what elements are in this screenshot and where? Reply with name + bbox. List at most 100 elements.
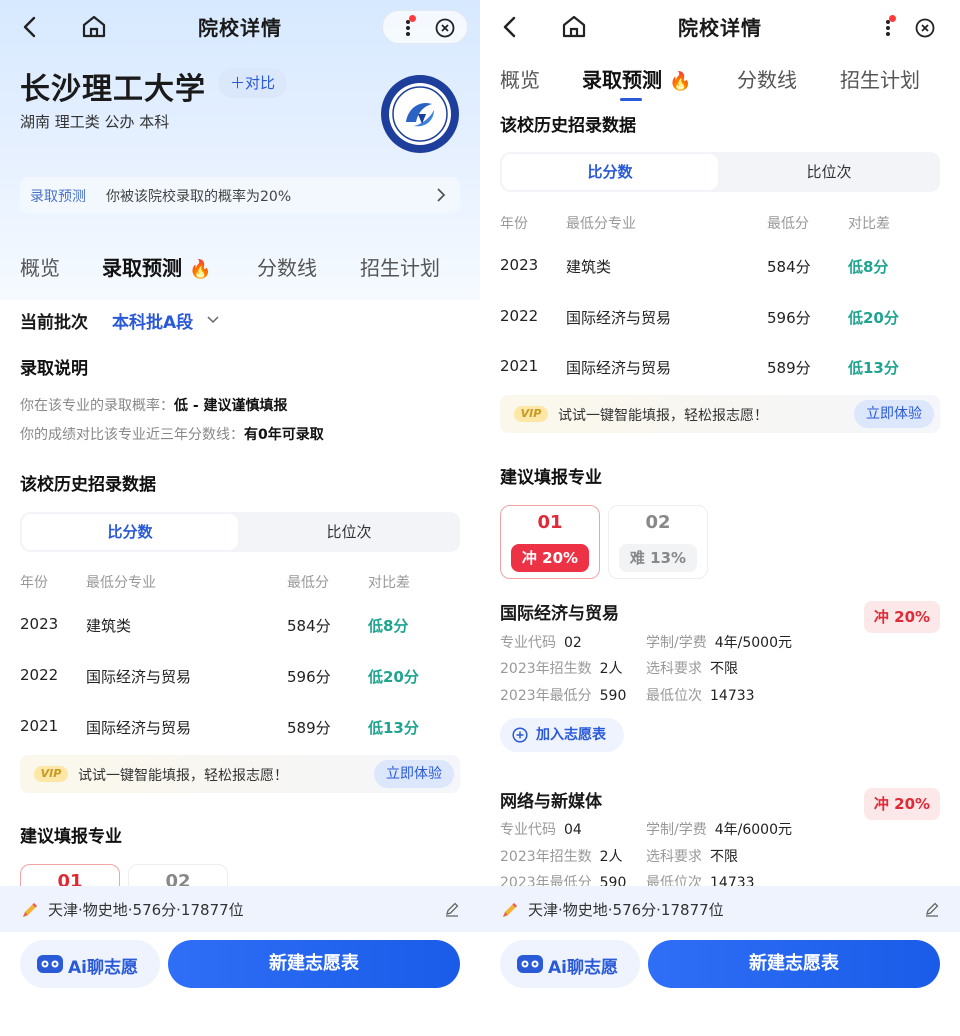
- row-diff: 低8分: [848, 258, 889, 276]
- major-fee-label: 学制/学费: [646, 635, 707, 651]
- ai-chat-label: Ai聊志愿: [68, 958, 138, 978]
- tab-enroll-plan[interactable]: 招生计划: [360, 252, 440, 281]
- row-year: 2022: [20, 666, 59, 684]
- vip-text: 试试一键智能填报，轻松报志愿！: [558, 408, 768, 424]
- major-requirement-value: 不限: [710, 661, 738, 677]
- suggest-card-01[interactable]: 01 冲 20%: [500, 505, 600, 579]
- toggle-rank[interactable]: 比位次: [240, 514, 458, 550]
- notification-dot: [889, 15, 896, 22]
- vip-promo-bar: VIP 试试一键智能填报，轻松报志愿！ 立即体验: [500, 395, 940, 433]
- chevron-down-icon[interactable]: [206, 312, 220, 326]
- major-enroll: 2023年招生数 2人: [500, 846, 623, 866]
- row-diff: 低8分: [368, 617, 409, 635]
- major-min-rank: 最低位次 14733: [646, 685, 755, 705]
- tab-score-line[interactable]: 分数线: [257, 252, 317, 281]
- major-min-value: 590: [599, 688, 627, 704]
- right-screen: 院校详情 概览 录取预测 🔥 分数线 招生计划 该校历史招录数据 比分数 比位次…: [480, 0, 960, 1036]
- batch-select[interactable]: 本科批A段: [112, 308, 193, 333]
- major-requirement: 选科要求 不限: [646, 658, 738, 678]
- header-major: 最低分专业: [86, 575, 156, 591]
- major-fee-label: 学制/学费: [646, 822, 707, 838]
- major-fee: 学制/学费 4年/5000元: [646, 632, 792, 652]
- school-logo: [381, 75, 459, 153]
- major-name: 网络与新媒体: [500, 792, 602, 812]
- mini-program-capsule: [382, 10, 468, 44]
- bottom-action-bar: Ai聊志愿 新建志愿表: [0, 932, 480, 1036]
- close-circle-icon[interactable]: [915, 18, 935, 38]
- user-score-info: 天津·物史地·576分·17877位: [48, 901, 244, 919]
- try-now-button[interactable]: 立即体验: [374, 760, 454, 788]
- major-code-value: 02: [564, 635, 582, 651]
- toggle-score[interactable]: 比分数: [22, 514, 238, 550]
- plus-circle-icon: [512, 727, 528, 743]
- history-toggle: 比分数 比位次: [20, 512, 460, 552]
- suggest-tag: 冲 20%: [511, 544, 589, 572]
- compare-value: 有0年可录取: [244, 427, 324, 443]
- close-circle-icon[interactable]: [435, 18, 455, 38]
- major-code: 专业代码 02: [500, 632, 582, 652]
- user-info-bar[interactable]: 天津·物史地·576分·17877位: [0, 886, 480, 932]
- score-compare-line: 你的成绩对比该专业近三年分数线：有0年可录取: [20, 424, 324, 444]
- ai-face-icon: [37, 955, 63, 973]
- row-year: 2022: [500, 307, 539, 325]
- major-enroll-label: 2023年招生数: [500, 849, 592, 865]
- left-screen: 院校详情 长沙理工大学 ＋对比 湖南 理工类 公办 本科 录取预测 你被该院校录…: [0, 0, 480, 1036]
- tab-score-line[interactable]: 分数线: [737, 64, 797, 93]
- header-score: 最低分: [287, 575, 329, 591]
- ai-chat-button[interactable]: Ai聊志愿: [500, 940, 640, 988]
- tab-overview[interactable]: 概览: [20, 252, 60, 281]
- row-score: 589分: [767, 359, 811, 377]
- row-year: 2021: [20, 717, 59, 735]
- row-major: 建筑类: [86, 617, 132, 635]
- school-name: 长沙理工大学: [20, 72, 206, 107]
- edit-icon[interactable]: [924, 901, 940, 917]
- tab-overview[interactable]: 概览: [500, 64, 540, 93]
- admission-prediction-card[interactable]: 录取预测 你被该院校录取的概率为20%: [20, 177, 460, 213]
- school-tags: 湖南 理工类 公办 本科: [20, 113, 170, 131]
- tab-prediction[interactable]: 录取预测 🔥: [102, 252, 211, 281]
- admission-note-title: 录取说明: [20, 359, 88, 379]
- row-diff: 低13分: [848, 359, 899, 377]
- ai-chat-label: Ai聊志愿: [548, 958, 618, 978]
- vip-badge: VIP: [514, 406, 548, 422]
- edit-icon[interactable]: [444, 901, 460, 917]
- row-major: 国际经济与贸易: [86, 668, 192, 686]
- new-application-button[interactable]: 新建志愿表: [168, 940, 460, 988]
- suggest-card-02[interactable]: 02 难 13%: [608, 505, 708, 579]
- table-row: 2021 国际经济与贸易 589分 低13分: [500, 347, 940, 387]
- history-table-header: 年份 最低分专业 最低分 对比差: [20, 572, 460, 592]
- toggle-score[interactable]: 比分数: [502, 154, 718, 190]
- user-info-bar[interactable]: 天津·物史地·576分·17877位: [480, 886, 960, 932]
- admission-probability-line: 你在该专业的录取概率：低 - 建议谨慎填报: [20, 395, 288, 415]
- major-min-score: 2023年最低分 590: [500, 685, 626, 705]
- rush-badge: 冲 20%: [864, 601, 940, 633]
- user-score-info: 天津·物史地·576分·17877位: [528, 901, 724, 919]
- suggest-title: 建议填报专业: [500, 468, 602, 488]
- toggle-rank[interactable]: 比位次: [720, 154, 938, 190]
- new-application-button[interactable]: 新建志愿表: [648, 940, 940, 988]
- probability-value: 低 - 建议谨慎填报: [174, 398, 288, 414]
- major-code: 专业代码 04: [500, 819, 582, 839]
- header-year: 年份: [20, 575, 48, 591]
- tab-prediction[interactable]: 录取预测 🔥: [582, 64, 691, 93]
- header-diff: 对比差: [368, 575, 410, 591]
- add-to-list-label: 加入志愿表: [536, 727, 606, 743]
- row-diff: 低13分: [368, 719, 419, 737]
- ai-chat-button[interactable]: Ai聊志愿: [20, 940, 160, 988]
- prediction-label: 录取预测: [30, 189, 86, 205]
- history-table-header: 年份 最低分专业 最低分 对比差: [500, 213, 940, 233]
- vip-promo-bar: VIP 试试一键智能填报，轻松报志愿！ 立即体验: [20, 755, 460, 793]
- table-row: 2022 国际经济与贸易 596分 低20分: [500, 297, 940, 337]
- mini-program-capsule: [862, 10, 948, 44]
- suggest-title: 建议填报专业: [20, 827, 122, 847]
- tab-enroll-plan[interactable]: 招生计划: [840, 64, 920, 93]
- major-enroll-value: 2人: [599, 661, 623, 677]
- row-year: 2023: [20, 615, 59, 633]
- nav-bar: 院校详情: [480, 0, 960, 54]
- add-to-list-button[interactable]: 加入志愿表: [500, 718, 624, 752]
- header-year: 年份: [500, 216, 528, 232]
- header-major: 最低分专业: [566, 216, 636, 232]
- try-now-button[interactable]: 立即体验: [854, 400, 934, 428]
- compare-button[interactable]: ＋对比: [218, 68, 288, 98]
- header-diff: 对比差: [848, 216, 890, 232]
